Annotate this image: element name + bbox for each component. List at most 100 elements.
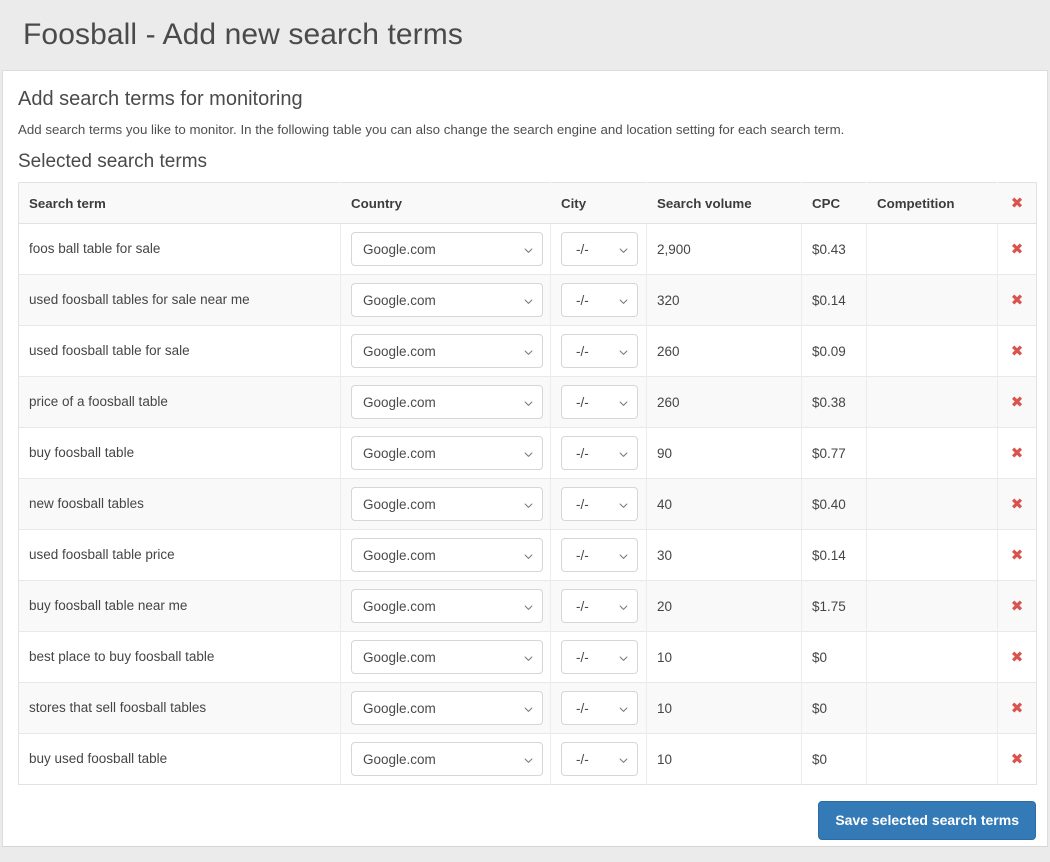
city-select[interactable]: -/-: [561, 436, 638, 470]
country-select[interactable]: Google.com: [351, 283, 543, 317]
country-select[interactable]: Google.com: [351, 232, 543, 266]
delete-row-icon[interactable]: ✖: [1011, 395, 1024, 410]
country-select[interactable]: Google.com: [351, 691, 543, 725]
column-header-city: City: [551, 183, 647, 224]
city-select-wrapper: -/-: [561, 589, 638, 623]
delete-row-icon[interactable]: ✖: [1011, 599, 1024, 614]
delete-all-icon[interactable]: ✖: [1011, 196, 1024, 211]
country-select[interactable]: Google.com: [351, 640, 543, 674]
search-term-text: best place to buy foosball table: [29, 648, 330, 667]
search-term-text: price of a foosball table: [29, 393, 330, 412]
cell-search-term: best place to buy foosball table: [19, 632, 341, 683]
search-term-text: stores that sell foosball tables: [29, 699, 330, 718]
delete-row-icon[interactable]: ✖: [1011, 752, 1024, 767]
cell-delete: ✖: [998, 224, 1037, 275]
column-header-cpc: CPC: [802, 183, 867, 224]
cell-city: -/-: [551, 632, 647, 683]
cell-country: Google.com: [341, 275, 551, 326]
cell-city: -/-: [551, 377, 647, 428]
cell-country: Google.com: [341, 326, 551, 377]
cell-delete: ✖: [998, 632, 1037, 683]
cell-competition: [867, 479, 998, 530]
delete-row-icon[interactable]: ✖: [1011, 701, 1024, 716]
delete-row-icon[interactable]: ✖: [1011, 497, 1024, 512]
cell-search-term: buy foosball table near me: [19, 581, 341, 632]
cell-city: -/-: [551, 479, 647, 530]
city-select[interactable]: -/-: [561, 283, 638, 317]
delete-row-icon[interactable]: ✖: [1011, 650, 1024, 665]
city-select[interactable]: -/-: [561, 487, 638, 521]
cell-search-volume: 260: [647, 377, 802, 428]
country-select-wrapper: Google.com: [351, 742, 543, 776]
cell-city: -/-: [551, 224, 647, 275]
save-selected-search-terms-button[interactable]: Save selected search terms: [818, 801, 1036, 840]
cell-competition: [867, 428, 998, 479]
cell-cpc: $0.40: [802, 479, 867, 530]
city-select[interactable]: -/-: [561, 589, 638, 623]
cell-delete: ✖: [998, 377, 1037, 428]
country-select-wrapper: Google.com: [351, 283, 543, 317]
cell-search-volume: 10: [647, 632, 802, 683]
search-terms-table: Search term Country City Search volume C…: [18, 182, 1037, 785]
delete-row-icon[interactable]: ✖: [1011, 548, 1024, 563]
country-select-wrapper: Google.com: [351, 640, 543, 674]
cell-city: -/-: [551, 428, 647, 479]
table-row: used foosball tables for sale near me Goo…: [19, 275, 1037, 326]
content-panel: Add search terms for monitoring Add sear…: [2, 70, 1048, 847]
column-header-delete-all: ✖: [998, 183, 1037, 224]
country-select[interactable]: Google.com: [351, 589, 543, 623]
cell-city: -/-: [551, 530, 647, 581]
cell-search-term: used foosball table for sale: [19, 326, 341, 377]
cell-city: -/-: [551, 275, 647, 326]
city-select-wrapper: -/-: [561, 742, 638, 776]
city-select[interactable]: -/-: [561, 691, 638, 725]
cell-cpc: $0: [802, 734, 867, 785]
cell-search-volume: 30: [647, 530, 802, 581]
cell-cpc: $0: [802, 683, 867, 734]
city-select[interactable]: -/-: [561, 385, 638, 419]
delete-row-icon[interactable]: ✖: [1011, 293, 1024, 308]
table-row: buy foosball table near meGoogle.com-/-2…: [19, 581, 1037, 632]
column-header-search-volume: Search volume: [647, 183, 802, 224]
city-select[interactable]: -/-: [561, 538, 638, 572]
delete-row-icon[interactable]: ✖: [1011, 446, 1024, 461]
cell-competition: [867, 734, 998, 785]
cell-competition: [867, 377, 998, 428]
cell-city: -/-: [551, 581, 647, 632]
cell-delete: ✖: [998, 734, 1037, 785]
country-select[interactable]: Google.com: [351, 538, 543, 572]
cell-cpc: $0.43: [802, 224, 867, 275]
city-select[interactable]: -/-: [561, 232, 638, 266]
cell-search-term: foos ball table for sale: [19, 224, 341, 275]
cell-cpc: $0.09: [802, 326, 867, 377]
search-term-text: foos ball table for sale: [29, 240, 330, 259]
delete-row-icon[interactable]: ✖: [1011, 344, 1024, 359]
cell-search-term: buy foosball table: [19, 428, 341, 479]
column-header-competition: Competition: [867, 183, 998, 224]
city-select[interactable]: -/-: [561, 334, 638, 368]
cell-delete: ✖: [998, 683, 1037, 734]
cell-city: -/-: [551, 734, 647, 785]
cell-search-term: buy used foosball table: [19, 734, 341, 785]
city-select[interactable]: -/-: [561, 640, 638, 674]
table-row: price of a foosball table Google.com -/- 26…: [19, 377, 1037, 428]
cell-search-term: used foosball table price: [19, 530, 341, 581]
cell-search-volume: 320: [647, 275, 802, 326]
country-select[interactable]: Google.com: [351, 742, 543, 776]
table-row: used foosball table for sale Google.com -/…: [19, 326, 1037, 377]
country-select-wrapper: Google.com: [351, 232, 543, 266]
country-select[interactable]: Google.com: [351, 436, 543, 470]
cell-country: Google.com: [341, 581, 551, 632]
country-select[interactable]: Google.com: [351, 385, 543, 419]
city-select[interactable]: -/-: [561, 742, 638, 776]
search-term-text: used foosball tables for sale near me: [29, 291, 330, 310]
city-select-wrapper: -/-: [561, 691, 638, 725]
table-header-row: Search term Country City Search volume C…: [19, 183, 1037, 224]
country-select[interactable]: Google.com: [351, 487, 543, 521]
country-select[interactable]: Google.com: [351, 334, 543, 368]
section-title: Add search terms for monitoring: [18, 71, 1032, 111]
cell-competition: [867, 581, 998, 632]
country-select-wrapper: Google.com: [351, 691, 543, 725]
cell-search-volume: 2,900: [647, 224, 802, 275]
delete-row-icon[interactable]: ✖: [1011, 242, 1024, 257]
